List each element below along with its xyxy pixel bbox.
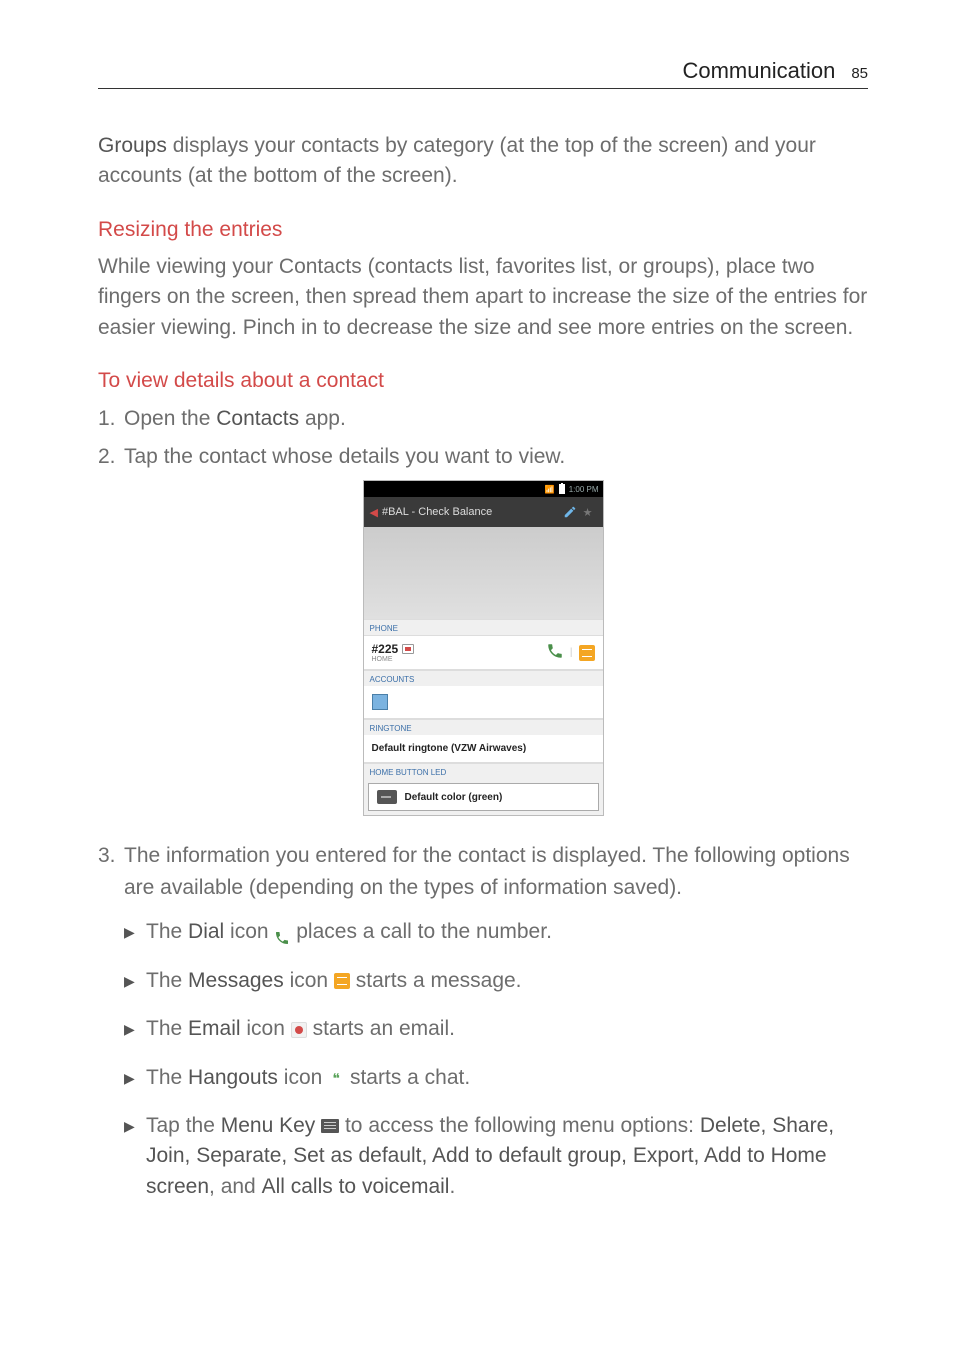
step-number: 1.	[98, 403, 124, 435]
bullet-arrow-icon: ▶	[124, 966, 146, 992]
favorite-icon[interactable]: ★	[579, 503, 597, 521]
account-row	[364, 686, 603, 719]
label-led: HOME BUTTON LED	[364, 763, 603, 779]
account-icon	[372, 694, 388, 710]
label-phone: PHONE	[364, 619, 603, 635]
options-sublist: ▶ The Dial icon places a call to the num…	[124, 917, 868, 1202]
step-3-text: The information you entered for the cont…	[124, 844, 850, 899]
bullet-arrow-icon: ▶	[124, 1111, 146, 1137]
heading-view-details: To view details about a contact	[98, 369, 868, 393]
status-time: 1:00 PM	[569, 485, 599, 494]
step-2: 2. Tap the contact whose details you wan…	[98, 441, 868, 473]
option-hangouts: ▶ The Hangouts icon ❝ starts a chat.	[124, 1063, 868, 1093]
bullet-arrow-icon: ▶	[124, 917, 146, 943]
contact-title-bar: ◀ #BAL - Check Balance ★	[364, 497, 603, 527]
hangouts-icon: ❝	[328, 1070, 344, 1086]
phone-type: HOME	[372, 656, 546, 663]
option-menu-key: ▶ Tap the Menu Key to access the followi…	[124, 1111, 868, 1202]
page-number: 85	[851, 65, 868, 82]
led-value: Default color (green)	[405, 792, 503, 803]
email-icon	[291, 1022, 307, 1038]
step-number: 3.	[98, 840, 124, 1220]
edit-icon[interactable]	[561, 503, 579, 521]
groups-text: displays your contacts by category (at t…	[98, 134, 816, 187]
label-ringtone: RINGTONE	[364, 719, 603, 735]
ringtone-value: Default ringtone (VZW Airwaves)	[364, 735, 603, 763]
sim-icon	[402, 644, 414, 654]
battery-icon	[559, 484, 565, 494]
bullet-arrow-icon: ▶	[124, 1063, 146, 1089]
signal-icon: 📶	[545, 485, 555, 494]
label-accounts: ACCOUNTS	[364, 670, 603, 686]
led-row: Default color (green)	[368, 783, 599, 811]
contact-title: #BAL - Check Balance	[382, 506, 561, 518]
option-messages: ▶ The Messages icon starts a message.	[124, 966, 868, 996]
status-bar: 📶 1:00 PM	[364, 481, 603, 497]
groups-label: Groups	[98, 134, 167, 157]
messages-icon	[334, 973, 350, 989]
heading-resizing: Resizing the entries	[98, 218, 868, 242]
step-1-text: Open the Contacts app.	[124, 403, 868, 435]
back-icon[interactable]: ◀	[370, 506, 378, 519]
contact-photo	[364, 527, 603, 619]
dial-icon	[274, 925, 290, 941]
phone-number: #225	[372, 642, 546, 656]
steps-list: 1. Open the Contacts app. 2. Tap the con…	[98, 403, 868, 472]
step-1: 1. Open the Contacts app.	[98, 403, 868, 435]
page-header: Communication 85	[98, 58, 868, 89]
step-2-text: Tap the contact whose details you want t…	[124, 441, 868, 473]
option-email: ▶ The Email icon starts an email.	[124, 1014, 868, 1044]
resizing-body: While viewing your Contacts (contacts li…	[98, 252, 868, 343]
dial-icon[interactable]	[546, 642, 564, 663]
bullet-arrow-icon: ▶	[124, 1014, 146, 1040]
groups-description: Groups displays your contacts by categor…	[98, 131, 868, 192]
phone-number-row: #225 HOME |	[364, 635, 603, 670]
step-number: 2.	[98, 441, 124, 473]
messages-icon[interactable]	[579, 645, 595, 661]
led-color-icon	[377, 790, 397, 804]
header-section-title: Communication	[682, 58, 835, 84]
menu-key-icon	[321, 1119, 339, 1133]
steps-list-continued: 3. The information you entered for the c…	[98, 840, 868, 1220]
phone-frame: 📶 1:00 PM ◀ #BAL - Check Balance ★ PHONE…	[363, 480, 604, 816]
step-3: 3. The information you entered for the c…	[98, 840, 868, 1220]
option-dial: ▶ The Dial icon places a call to the num…	[124, 917, 868, 947]
contact-details-screenshot: 📶 1:00 PM ◀ #BAL - Check Balance ★ PHONE…	[98, 480, 868, 816]
